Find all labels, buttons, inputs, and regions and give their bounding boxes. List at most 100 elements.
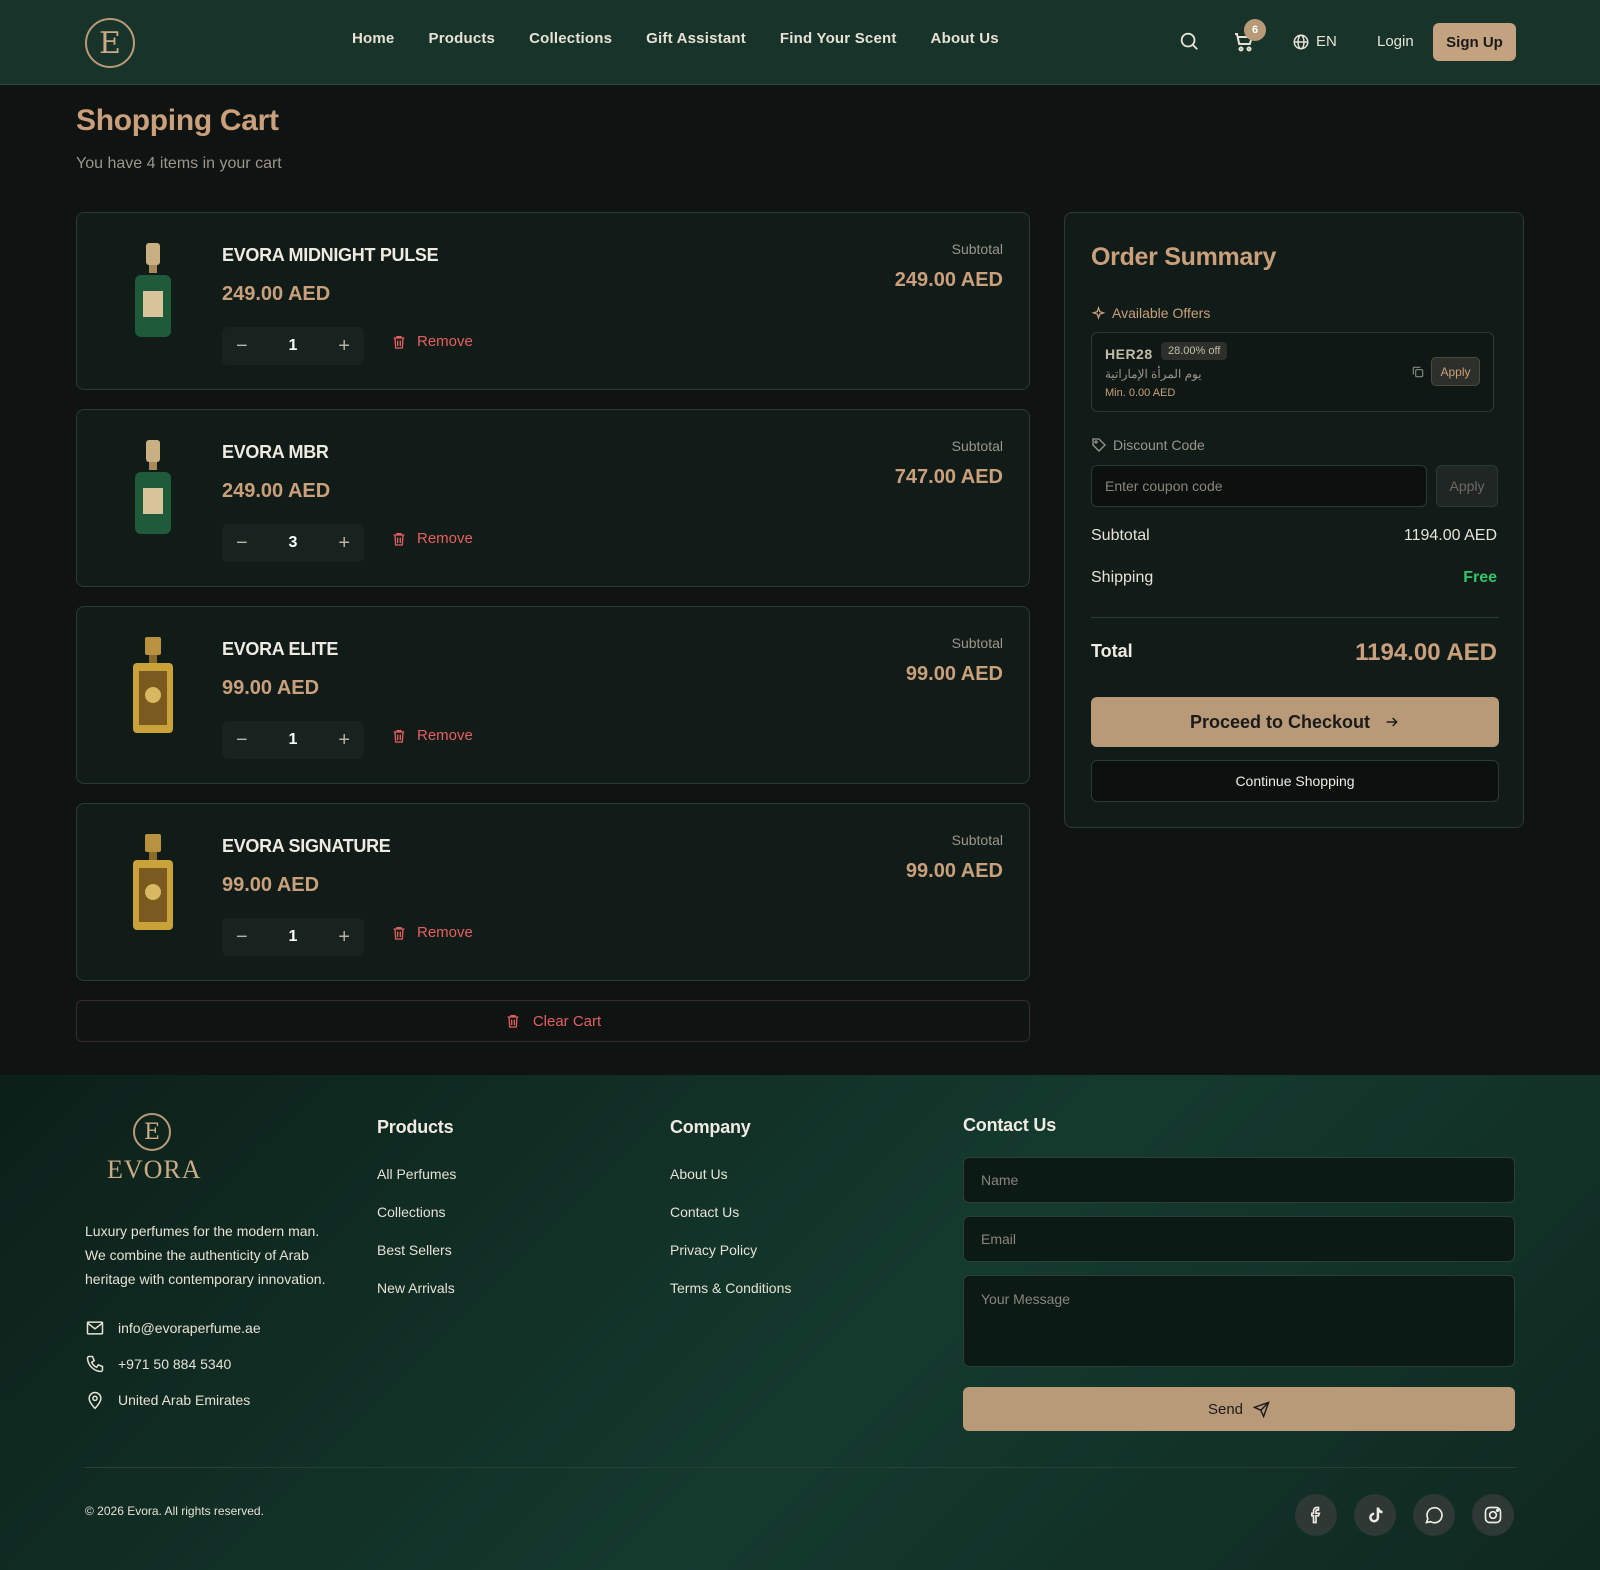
language-selector[interactable]: EN bbox=[1316, 33, 1337, 50]
footer-link-new-arrivals[interactable]: New Arrivals bbox=[377, 1280, 455, 1296]
available-offers-label: Available Offers bbox=[1112, 305, 1211, 321]
product-price: 99.00 AED bbox=[222, 874, 320, 896]
nav-about-us[interactable]: About Us bbox=[931, 30, 999, 47]
quantity-value: 1 bbox=[288, 337, 298, 354]
contact-message-field[interactable]: Your Message bbox=[963, 1275, 1515, 1367]
footer-logo-mark: E bbox=[133, 1113, 171, 1151]
coupon-apply-button[interactable]: Apply bbox=[1436, 465, 1498, 507]
send-button[interactable]: Send bbox=[963, 1387, 1515, 1431]
product-image[interactable] bbox=[127, 635, 179, 735]
decrease-button[interactable]: − bbox=[236, 532, 248, 555]
search-icon[interactable] bbox=[1178, 30, 1200, 52]
footer-email[interactable]: info@evoraperfume.ae bbox=[85, 1318, 261, 1338]
nav-gift-assistant[interactable]: Gift Assistant bbox=[646, 30, 746, 47]
nav-find-your-scent[interactable]: Find Your Scent bbox=[780, 30, 897, 47]
globe-icon[interactable] bbox=[1292, 33, 1310, 51]
send-label: Send bbox=[1207, 1400, 1244, 1418]
discount-code-label: Discount Code bbox=[1113, 437, 1205, 453]
product-price: 99.00 AED bbox=[222, 677, 320, 699]
increase-button[interactable]: + bbox=[338, 335, 350, 358]
contact-name-field[interactable]: Name bbox=[963, 1157, 1515, 1203]
product-image[interactable] bbox=[127, 438, 179, 538]
offer-description: يوم المرأة الإماراتية bbox=[1105, 367, 1202, 381]
checkout-label: Proceed to Checkout bbox=[1189, 711, 1371, 732]
continue-shopping-button[interactable]: Continue Shopping bbox=[1091, 760, 1499, 802]
contact-email-field[interactable]: Email bbox=[963, 1216, 1515, 1262]
mail-icon bbox=[86, 1321, 104, 1335]
coupon-input[interactable]: Enter coupon code bbox=[1091, 465, 1427, 507]
subtotal-label: Subtotal bbox=[951, 241, 1003, 257]
footer-company-heading: Company bbox=[670, 1117, 751, 1137]
signup-button[interactable]: Sign Up bbox=[1433, 23, 1516, 61]
available-offers-heading: Available Offers bbox=[1091, 305, 1210, 321]
instagram-icon[interactable] bbox=[1472, 1494, 1514, 1536]
subtotal-label: Subtotal bbox=[951, 832, 1003, 848]
discount-code-heading: Discount Code bbox=[1091, 437, 1205, 453]
footer-link-terms[interactable]: Terms & Conditions bbox=[670, 1280, 791, 1296]
copy-icon[interactable] bbox=[1411, 365, 1425, 379]
footer-email-text: info@evoraperfume.ae bbox=[118, 1320, 261, 1336]
quantity-stepper: − 1 + bbox=[222, 721, 364, 759]
item-subtotal: 747.00 AED bbox=[894, 466, 1003, 488]
nav-collections[interactable]: Collections bbox=[529, 30, 612, 47]
tiktok-icon[interactable] bbox=[1354, 1494, 1396, 1536]
product-image[interactable] bbox=[127, 241, 179, 341]
increase-button[interactable]: + bbox=[338, 926, 350, 949]
footer-link-collections[interactable]: Collections bbox=[377, 1204, 445, 1220]
page-title: Shopping Cart bbox=[76, 104, 279, 137]
offer-minimum: Min. 0.00 AED bbox=[1105, 387, 1176, 399]
main-nav: Home Products Collections Gift Assistant… bbox=[352, 30, 1033, 47]
cart-item: EVORA ELITE 99.00 AED − 1 + Remove Subto… bbox=[76, 606, 1030, 784]
footer-link-best-sellers[interactable]: Best Sellers bbox=[377, 1242, 452, 1258]
remove-button[interactable]: Remove bbox=[391, 333, 473, 350]
total-value: 1194.00 AED bbox=[1355, 639, 1497, 666]
increase-button[interactable]: + bbox=[338, 729, 350, 752]
item-subtotal: 99.00 AED bbox=[905, 860, 1003, 882]
item-subtotal: 99.00 AED bbox=[905, 663, 1003, 685]
decrease-button[interactable]: − bbox=[236, 729, 248, 752]
product-image[interactable] bbox=[127, 832, 179, 932]
cart-item: EVORA MIDNIGHT PULSE 249.00 AED − 1 + Re… bbox=[76, 212, 1030, 390]
footer-link-about-us[interactable]: About Us bbox=[670, 1166, 728, 1182]
total-label: Total bbox=[1091, 641, 1133, 661]
footer-brand-name: EVORA bbox=[107, 1155, 202, 1184]
decrease-button[interactable]: − bbox=[236, 926, 248, 949]
footer-contact-heading: Contact Us bbox=[963, 1115, 1057, 1135]
product-name[interactable]: EVORA ELITE bbox=[222, 639, 338, 660]
quantity-value: 3 bbox=[288, 534, 298, 551]
footer-link-contact-us[interactable]: Contact Us bbox=[670, 1204, 739, 1220]
product-price: 249.00 AED bbox=[222, 480, 331, 502]
increase-button[interactable]: + bbox=[338, 532, 350, 555]
arrow-right-icon bbox=[1386, 717, 1398, 727]
footer-logo[interactable]: E EVORA bbox=[107, 1113, 202, 1185]
offer-discount-badge: 28.00% off bbox=[1161, 342, 1228, 360]
login-link[interactable]: Login bbox=[1377, 33, 1414, 50]
offer-code: HER28 bbox=[1105, 346, 1153, 362]
whatsapp-icon[interactable] bbox=[1413, 1494, 1455, 1536]
quantity-stepper: − 1 + bbox=[222, 918, 364, 956]
cart-item: EVORA SIGNATURE 99.00 AED − 1 + Remove S… bbox=[76, 803, 1030, 981]
quantity-value: 1 bbox=[288, 928, 298, 945]
nav-products[interactable]: Products bbox=[428, 30, 495, 47]
footer-link-privacy-policy[interactable]: Privacy Policy bbox=[670, 1242, 757, 1258]
nav-home[interactable]: Home bbox=[352, 30, 394, 47]
footer-phone[interactable]: +971 50 884 5340 bbox=[85, 1354, 231, 1374]
cart-count-badge: 6 bbox=[1244, 19, 1266, 41]
facebook-icon[interactable] bbox=[1295, 1494, 1337, 1536]
checkout-button[interactable]: Proceed to Checkout bbox=[1091, 697, 1499, 747]
decrease-button[interactable]: − bbox=[236, 335, 248, 358]
product-name[interactable]: EVORA MBR bbox=[222, 442, 329, 463]
product-name[interactable]: EVORA MIDNIGHT PULSE bbox=[222, 245, 439, 266]
product-price: 249.00 AED bbox=[222, 283, 331, 305]
shipping-label: Shipping bbox=[1091, 569, 1154, 586]
remove-button[interactable]: Remove bbox=[391, 727, 473, 744]
remove-button[interactable]: Remove bbox=[391, 530, 473, 547]
offer-apply-button[interactable]: Apply bbox=[1431, 357, 1480, 386]
remove-button[interactable]: Remove bbox=[391, 924, 473, 941]
product-name[interactable]: EVORA SIGNATURE bbox=[222, 836, 391, 857]
footer-link-all-perfumes[interactable]: All Perfumes bbox=[377, 1166, 456, 1182]
quantity-value: 1 bbox=[288, 731, 298, 748]
brand-logo[interactable]: E bbox=[85, 18, 135, 68]
clear-cart-button[interactable]: Clear Cart bbox=[76, 1000, 1030, 1042]
clear-cart-label: Clear Cart bbox=[532, 1012, 602, 1030]
